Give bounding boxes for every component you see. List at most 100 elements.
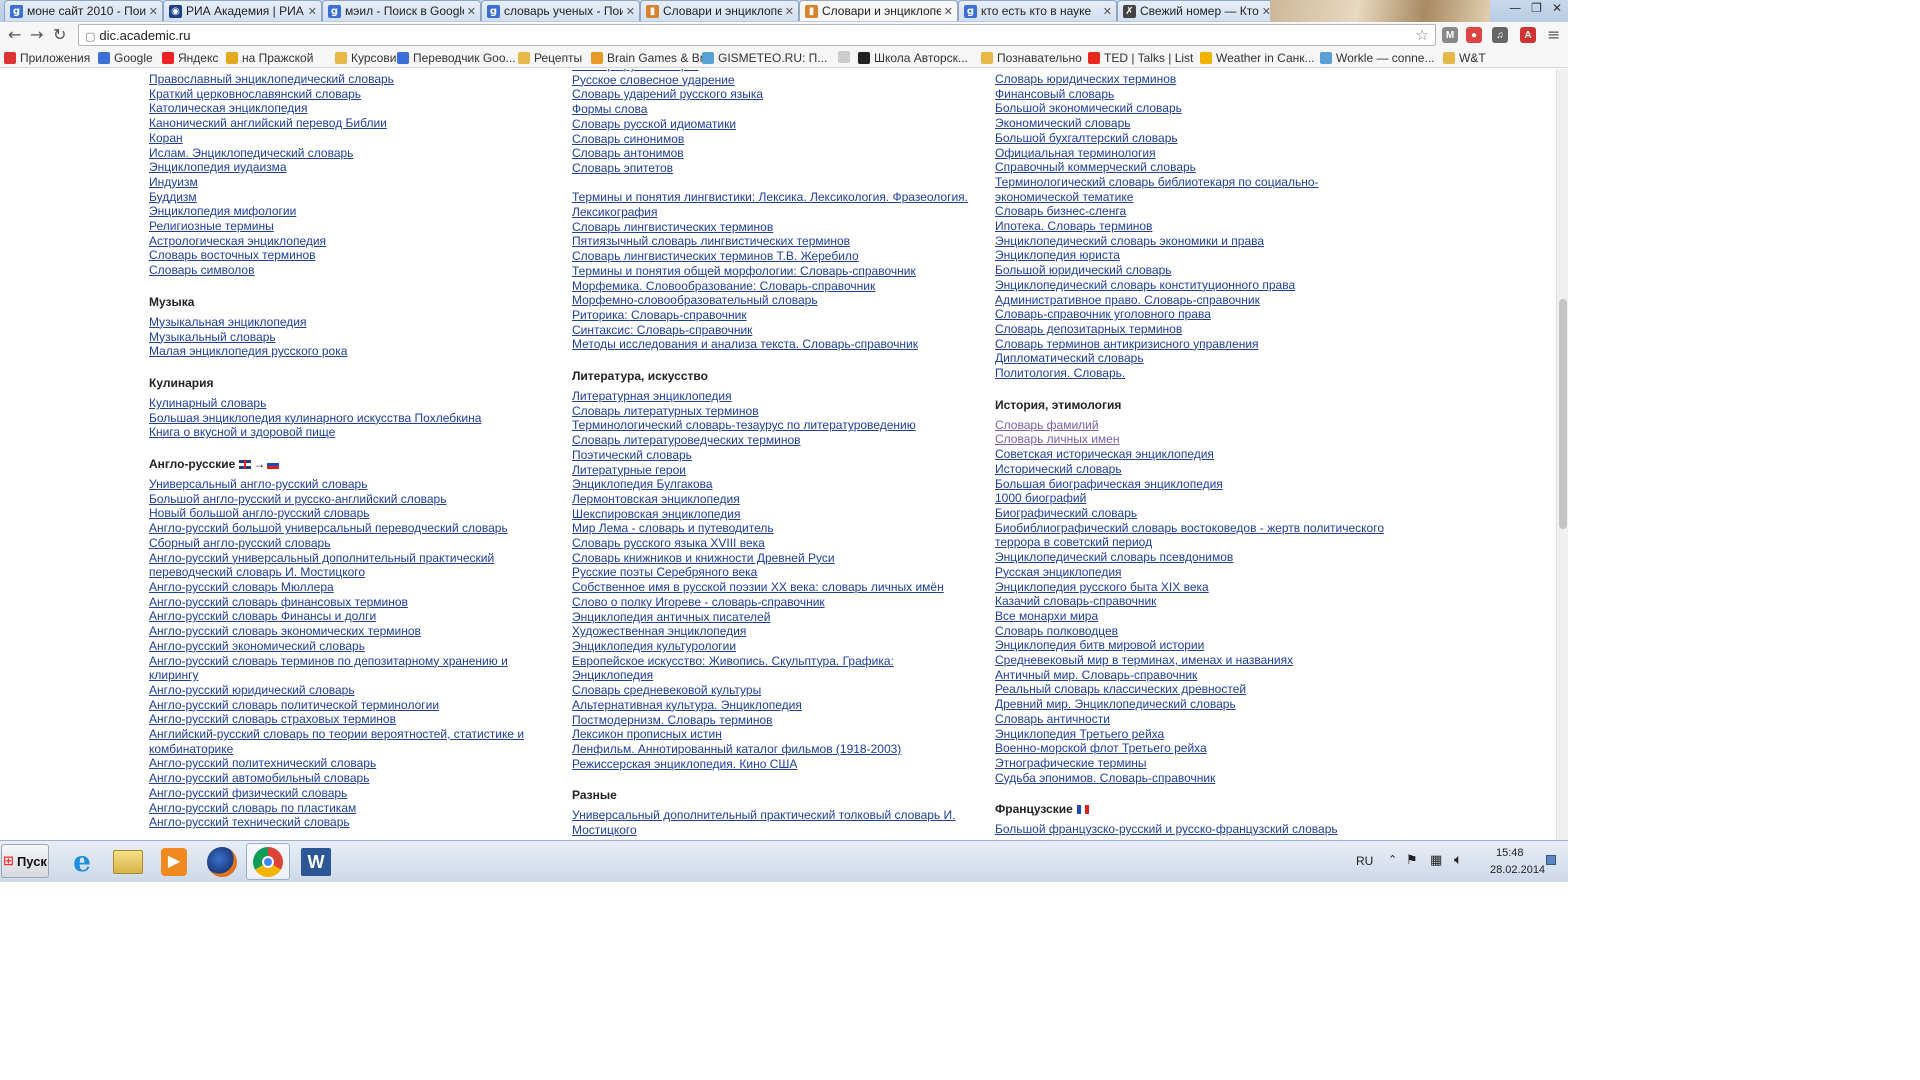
dictionary-link[interactable]: Англо-русский словарь страховых терминов (149, 712, 549, 727)
dictionary-link[interactable]: Католическая энциклопедия (149, 101, 549, 116)
dictionary-link[interactable]: Русская энциклопедия (995, 565, 1395, 580)
dictionary-link[interactable]: Художественная энциклопедия (572, 624, 972, 639)
dictionary-link[interactable]: Буддизм (149, 190, 549, 205)
media-player-taskbar-icon[interactable]: ▶ (152, 843, 196, 880)
dictionary-link[interactable]: Астрологическая энциклопедия (149, 234, 549, 249)
dictionary-link[interactable]: Энциклопедия культурологии (572, 639, 972, 654)
dictionary-link[interactable]: 1000 биографий (995, 491, 1395, 506)
dictionary-link[interactable]: Словарь фамилий (995, 418, 1395, 433)
bookmark-3[interactable]: на Пражской (226, 51, 313, 65)
dictionary-link[interactable]: Словарь юридических терминов (995, 72, 1395, 87)
close-tab-icon[interactable]: ✕ (785, 5, 794, 18)
close-window-icon[interactable]: ✕ (1552, 1, 1562, 15)
scrollbar-thumb[interactable] (1559, 299, 1567, 529)
dictionary-link[interactable]: Пятиязычный словарь лингвистических терм… (572, 234, 972, 249)
tab-7[interactable]: ✗ Свежий номер — Кто ✕ (1117, 0, 1276, 21)
dictionary-link[interactable]: Малая энциклопедия русского рока (149, 344, 549, 359)
dictionary-link[interactable]: Музыкальная энциклопедия (149, 315, 549, 330)
dictionary-link[interactable]: Древний мир. Энциклопедический словарь (995, 697, 1395, 712)
dictionary-link[interactable]: Англо-русский универсальный дополнительн… (149, 551, 549, 566)
dictionary-link[interactable]: Исторический словарь (995, 462, 1395, 477)
ie-taskbar-icon[interactable]: e (60, 843, 104, 880)
dictionary-link[interactable]: Коран (149, 131, 549, 146)
dictionary-link[interactable]: Словарь средневековой культуры (572, 683, 972, 698)
mic-extension-icon[interactable]: ♫ (1492, 27, 1508, 43)
explorer-taskbar-icon[interactable] (106, 843, 150, 880)
bookmark-0[interactable]: Приложения (4, 51, 90, 65)
dictionary-link[interactable]: Все монархи мира (995, 609, 1395, 624)
bookmark-5[interactable]: Переводчик Goo... (397, 51, 516, 65)
dictionary-link[interactable]: Словарь бизнес-сленга (995, 204, 1395, 219)
dictionary-link[interactable]: Англо-русский словарь политической терми… (149, 698, 549, 713)
tray-expand-icon[interactable]: ⌃ (1388, 853, 1397, 866)
dictionary-link[interactable]: Дипломатический словарь (995, 351, 1395, 366)
dictionary-link[interactable]: Словарь синонимов (572, 132, 972, 147)
dictionary-link[interactable]: Словарь полководцев (995, 624, 1395, 639)
dictionary-link[interactable]: Англо-русский словарь терминов по депози… (149, 654, 549, 669)
tab-3[interactable]: g словарь ученых - Пои ✕ (481, 0, 640, 21)
dictionary-link[interactable]: Большая энциклопедия кулинарного искусст… (149, 411, 549, 426)
dictionary-link[interactable]: Словарь эпитетов (572, 161, 972, 176)
dictionary-link[interactable]: Англо-русский автомобильный словарь (149, 771, 549, 786)
dictionary-link[interactable]: Финансовый словарь (995, 87, 1395, 102)
dictionary-link[interactable]: Большая биографическая энциклопедия (995, 477, 1395, 492)
bookmark-13[interactable]: Weather in Санк... (1200, 51, 1315, 65)
dictionary-link[interactable]: Литературная энциклопедия (572, 389, 972, 404)
dictionary-link[interactable]: Православный энциклопедический словарь (149, 72, 549, 87)
dictionary-link[interactable]: Административное право. Словарь-справочн… (995, 293, 1395, 308)
close-tab-icon[interactable]: ✕ (626, 5, 635, 18)
dictionary-link[interactable]: Энциклопедия битв мировой истории (995, 638, 1395, 653)
reload-icon[interactable]: ↻ (53, 25, 66, 44)
adblock-extension-icon[interactable]: A (1520, 27, 1536, 43)
bookmark-2[interactable]: Яндекс (162, 51, 218, 65)
menu-icon[interactable]: ≡ (1547, 25, 1560, 44)
tab-0[interactable]: g моне сайт 2010 - Пои ✕ (4, 0, 163, 21)
dictionary-link[interactable]: Словарь русской идиоматики (572, 117, 972, 132)
dictionary-link[interactable]: Ленфильм. Аннотированный каталог фильмов… (572, 742, 972, 757)
show-desktop-button[interactable] (1546, 855, 1556, 865)
bookmark-7[interactable]: Brain Games & Br... (591, 51, 713, 65)
dictionary-link[interactable]: Казачий словарь-справочник (995, 594, 1395, 609)
dictionary-link[interactable]: Словарь литературоведческих терминов (572, 433, 972, 448)
dictionary-link[interactable]: Энциклопедия мифологии (149, 204, 549, 219)
dictionary-link[interactable]: Словарь депозитарных терминов (995, 322, 1395, 337)
dictionary-link[interactable]: Новый большой англо-русский словарь (149, 506, 549, 521)
dictionary-link[interactable]: Лермонтовская энциклопедия (572, 492, 972, 507)
dictionary-link[interactable]: Экономический словарь (995, 116, 1395, 131)
tab-4[interactable]: ▮ Словари и энциклопе ✕ (640, 0, 799, 21)
bookmark-9[interactable] (838, 51, 854, 63)
dictionary-link[interactable]: Энциклопедия (572, 668, 972, 683)
dictionary-link[interactable]: Европейское искусство: Живопись. Скульпт… (572, 654, 972, 669)
tab-5[interactable]: ▮ Словари и энциклопе ✕ (799, 0, 958, 21)
dictionary-link[interactable]: Слово о полку Игореве - словарь-справочн… (572, 595, 972, 610)
dictionary-link[interactable]: Словарь антонимов (572, 146, 972, 161)
dictionary-link[interactable]: Словарь русского языка XVIII века (572, 536, 972, 551)
dictionary-link[interactable]: Английский-русский словарь по теории вер… (149, 727, 549, 742)
dictionary-link[interactable]: Большой французско-русский и русско-фран… (995, 822, 1395, 837)
dictionary-link[interactable]: Поэтический словарь (572, 448, 972, 463)
dictionary-link[interactable]: Словарь лингвистических терминов Т.В. Же… (572, 249, 972, 264)
dictionary-link[interactable]: Военно-морской флот Третьего рейха (995, 741, 1395, 756)
dictionary-link[interactable]: Англо-русский технический словарь (149, 815, 549, 830)
dictionary-link[interactable]: Советская историческая энциклопедия (995, 447, 1395, 462)
dictionary-link[interactable]: клирингу (149, 668, 549, 683)
dictionary-link[interactable]: Универсальный дополнительный практически… (572, 808, 972, 823)
dictionary-link[interactable]: Англо-русский физический словарь (149, 786, 549, 801)
dictionary-link[interactable]: Англо-русский словарь Мюллера (149, 580, 549, 595)
dictionary-link[interactable]: Большой экономический словарь (995, 101, 1395, 116)
dictionary-link[interactable]: Большой англо-русский и русско-английски… (149, 492, 549, 507)
dictionary-link[interactable]: Русские поэты Серебряного века (572, 565, 972, 580)
dictionary-link[interactable]: Ислам. Энциклопедический словарь (149, 146, 549, 161)
dictionary-link[interactable]: Собственное имя в русской поэзии XX века… (572, 580, 972, 595)
dictionary-link[interactable]: Англо-русский большой универсальный пере… (149, 521, 549, 536)
close-tab-icon[interactable]: ✕ (1103, 5, 1112, 18)
dictionary-link[interactable]: Судьба эпонимов. Словарь-справочник (995, 771, 1395, 786)
maximize-icon[interactable]: ❐ (1531, 1, 1542, 15)
dictionary-link[interactable]: Словарь символов (149, 263, 549, 278)
dictionary-link[interactable]: Русское словесное ударение (572, 73, 972, 88)
close-tab-icon[interactable]: ✕ (149, 5, 158, 18)
address-bar[interactable]: ▢ dic.academic.ru ☆ (78, 24, 1436, 46)
dictionary-link[interactable]: Шекспировская энциклопедия (572, 507, 972, 522)
dictionary-link[interactable]: Лексикография (572, 205, 972, 220)
word-taskbar-icon[interactable]: W (294, 843, 338, 880)
